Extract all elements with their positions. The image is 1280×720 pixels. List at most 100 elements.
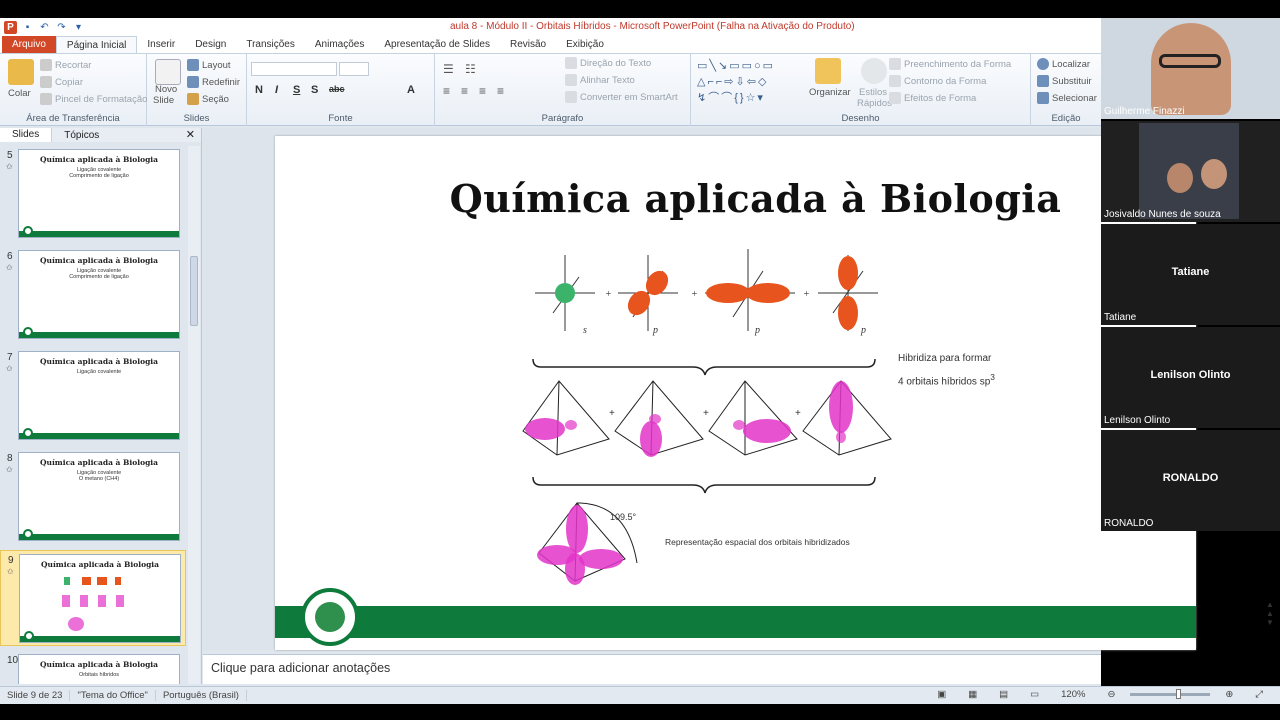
justify-icon[interactable]: ≡	[497, 84, 504, 98]
quick-styles-button[interactable]: Estilos	[859, 87, 887, 98]
quick-styles-button-line2[interactable]: Rápidos	[857, 98, 892, 109]
find-button[interactable]: Localizar	[1037, 58, 1090, 70]
slide-thumbnail-5[interactable]: 5 ✩ Química aplicada à Biologia Ligação …	[0, 146, 186, 242]
tab-arquivo[interactable]: Arquivo	[2, 36, 56, 53]
slide-sorter-icon[interactable]: ▦	[961, 689, 984, 700]
arrange-button[interactable]: Organizar	[809, 87, 851, 98]
smartart-button[interactable]: Converter em SmartArt	[565, 91, 678, 103]
notes-placeholder[interactable]: Clique para adicionar anotações	[211, 661, 390, 675]
close-icon[interactable]: ✕	[186, 128, 195, 141]
zoom-slider-thumb[interactable]	[1176, 689, 1182, 699]
tab-apresentacao[interactable]: Apresentação de Slides	[374, 36, 500, 53]
align-text-icon	[565, 74, 577, 86]
fit-slide-icon[interactable]: ⤢	[1248, 689, 1270, 700]
thumb-logo-icon	[23, 428, 33, 438]
paste-icon[interactable]	[8, 59, 34, 85]
select-button[interactable]: Selecionar	[1037, 92, 1097, 104]
powerpoint-icon[interactable]: P	[4, 20, 17, 34]
participant-tile-1[interactable]: Guilherme Finazzi	[1101, 18, 1280, 119]
slide-thumbnail-10[interactable]: 10 Química aplicada à Biologia Orbitais …	[0, 651, 186, 684]
tab-transicoes[interactable]: Transições	[236, 36, 305, 53]
sp3-orbital-lobe	[836, 431, 846, 443]
slide-thumbnail-7[interactable]: 7 ✩ Química aplicada à Biologia Ligação …	[0, 348, 186, 444]
italic-icon[interactable]: I	[275, 84, 278, 96]
status-theme[interactable]: "Tema do Office"	[70, 690, 156, 701]
font-name-combo[interactable]	[251, 62, 337, 76]
new-slide-icon[interactable]	[155, 59, 181, 85]
quick-styles-icon[interactable]	[861, 58, 887, 84]
notes-pane[interactable]: Clique para adicionar anotações	[203, 654, 1101, 684]
bold-icon[interactable]: N	[255, 84, 263, 96]
slideshow-icon[interactable]: ▭	[1023, 689, 1046, 700]
tab-inserir[interactable]: Inserir	[137, 36, 185, 53]
hybridization-figure: + + + s p p p + + +	[522, 249, 892, 585]
zoom-level[interactable]: 120%	[1054, 689, 1092, 700]
zoom-out-icon[interactable]: ⊖	[1100, 689, 1122, 700]
new-slide-button[interactable]: Novo	[155, 84, 177, 95]
numbering-icon[interactable]: ☷	[465, 62, 476, 76]
format-painter-button[interactable]: Pincel de Formatação	[40, 93, 147, 105]
layout-button[interactable]: Layout	[187, 59, 231, 71]
align-center-icon[interactable]: ≡	[461, 84, 468, 98]
replace-button[interactable]: Substituir	[1037, 75, 1092, 87]
tab-design[interactable]: Design	[185, 36, 236, 53]
cut-button[interactable]: Recortar	[40, 59, 91, 71]
redo-icon[interactable]: ↷	[55, 21, 68, 34]
copy-button[interactable]: Copiar	[40, 76, 83, 88]
font-color-icon[interactable]: A	[407, 84, 415, 96]
zoom-in-icon[interactable]: ⊕	[1218, 689, 1240, 700]
tab-revisao[interactable]: Revisão	[500, 36, 556, 53]
align-text-button[interactable]: Alinhar Texto	[565, 74, 635, 86]
thumb-preview: Química aplicada à Biologia	[19, 554, 181, 643]
normal-view-icon[interactable]: ▣	[930, 689, 953, 700]
panel-scrollbar[interactable]	[188, 146, 200, 684]
section-icon	[187, 93, 199, 105]
underline-icon[interactable]: S	[293, 84, 300, 96]
canvas-scroll-controls[interactable]: ▲ ▲ ▼	[1266, 600, 1280, 640]
thumb-preview: Química aplicada à Biologia Ligação cova…	[18, 351, 180, 440]
new-slide-button-line2[interactable]: Slide	[153, 95, 174, 106]
shadow-icon[interactable]: S	[311, 84, 318, 96]
slide-thumbnail-8[interactable]: 8 ✩ Química aplicada à Biologia Ligação …	[0, 449, 186, 545]
shape-fill-button[interactable]: Preenchimento da Forma	[889, 58, 1011, 70]
slide-thumbnail-6[interactable]: 6 ✩ Química aplicada à Biologia Ligação …	[0, 247, 186, 343]
tab-topicos[interactable]: Tópicos	[52, 130, 111, 141]
text-direction-button[interactable]: Direção do Texto	[565, 57, 651, 69]
shape-effects-button[interactable]: Efeitos de Forma	[889, 92, 976, 104]
tab-animacoes[interactable]: Animações	[305, 36, 374, 53]
thumb-subtitle: Ligação covalente Comprimento de ligação	[69, 268, 129, 280]
zoom-slider[interactable]	[1130, 689, 1211, 699]
customize-qat-icon[interactable]: ▾	[72, 21, 85, 34]
undo-icon[interactable]: ↶	[38, 21, 51, 34]
participant-tile-5[interactable]: RONALDO RONALDO	[1101, 430, 1280, 531]
save-icon[interactable]: ▪	[21, 21, 34, 34]
reset-button[interactable]: Redefinir	[187, 76, 240, 88]
tab-slides[interactable]: Slides	[0, 128, 53, 142]
slide-title[interactable]: Química aplicada à Biologia	[315, 176, 1196, 221]
svg-text:+: +	[691, 289, 698, 300]
tab-pagina-inicial[interactable]: Página Inicial	[55, 36, 138, 53]
thumb-number: 7	[7, 352, 13, 363]
section-button[interactable]: Seção	[187, 93, 229, 105]
align-right-icon[interactable]: ≡	[479, 84, 486, 98]
tab-exibicao[interactable]: Exibição	[556, 36, 614, 53]
current-slide[interactable]: Química aplicada à Biologia + + + sppp +…	[275, 136, 1196, 650]
participant-tile-2[interactable]: Josivaldo Nunes de souza	[1101, 121, 1280, 222]
shape-outline-button[interactable]: Contorno da Forma	[889, 75, 986, 87]
reading-view-icon[interactable]: ▤	[992, 689, 1015, 700]
paste-button[interactable]: Colar	[8, 88, 31, 99]
thumbnail-list: 5 ✩ Química aplicada à Biologia Ligação …	[0, 146, 186, 684]
font-size-combo[interactable]	[339, 62, 369, 76]
participant-tile-4[interactable]: Lenilson Olinto Lenilson Olinto	[1101, 327, 1280, 428]
align-left-icon[interactable]: ≡	[443, 84, 450, 98]
participant-tile-3[interactable]: Tatiane Tatiane	[1101, 224, 1280, 325]
arrange-icon[interactable]	[815, 58, 841, 84]
participant-center-name: RONALDO	[1162, 472, 1219, 484]
strikethrough-icon[interactable]: abc	[329, 84, 345, 94]
scrollbar-thumb[interactable]	[190, 256, 198, 326]
bullets-icon[interactable]: ☰	[443, 62, 454, 76]
status-language[interactable]: Português (Brasil)	[156, 690, 247, 701]
binoculars-icon	[1037, 58, 1049, 70]
shapes-gallery[interactable]: ▭╲↘▭▭○▭ △⌐⌐⇨⇩⇦◇ ↯⌒⌒{}☆▾	[697, 58, 797, 106]
slide-thumbnail-9[interactable]: 9 ✩ Química aplicada à Biologia	[0, 550, 186, 646]
